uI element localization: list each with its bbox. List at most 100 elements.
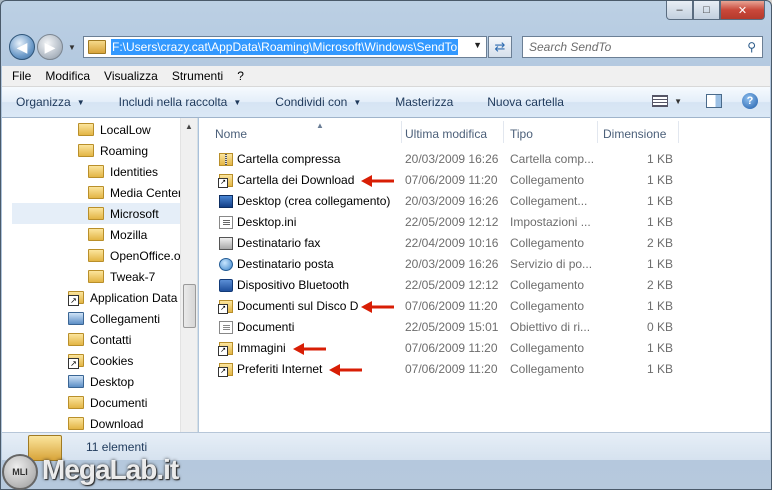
file-type: Collegamento	[510, 341, 585, 355]
minimize-button[interactable]: –	[666, 1, 693, 20]
search-icon[interactable]: ⚲	[747, 40, 756, 54]
menu-strumenti[interactable]: Strumenti	[172, 69, 223, 83]
mail-icon	[219, 258, 233, 271]
column-divider[interactable]	[597, 121, 598, 143]
nav-item-tweak7[interactable]: Tweak-7	[88, 266, 155, 287]
file-type: Collegamento	[510, 173, 585, 187]
file-date: 22/05/2009 12:12	[405, 215, 499, 229]
menu-visualizza[interactable]: Visualizza	[104, 69, 158, 83]
nav-item-openoffice[interactable]: OpenOffice.o	[88, 245, 181, 266]
status-bar: 11 elementi	[2, 432, 770, 461]
scrollbar-thumb[interactable]	[183, 284, 196, 328]
file-size: 0 KB	[646, 320, 673, 334]
nuova-cartella-button[interactable]: Nuova cartella	[487, 95, 564, 109]
menu-help[interactable]: ?	[237, 69, 244, 83]
folder-icon	[78, 123, 94, 136]
file-name: Desktop (crea collegamento)	[237, 194, 391, 208]
links-folder-icon	[68, 312, 84, 325]
nav-item-label: Desktop	[90, 374, 135, 389]
file-date: 20/03/2009 16:26	[405, 194, 499, 208]
nav-item-label: Tweak-7	[110, 269, 156, 284]
nav-item-collegamenti[interactable]: Collegamenti	[68, 308, 160, 329]
nav-item-cookies[interactable]: Cookies	[68, 350, 133, 371]
folder-icon	[88, 40, 106, 54]
file-date: 20/03/2009 16:26	[405, 152, 499, 166]
command-bar-right: ▼ ?	[652, 93, 758, 109]
menu-file[interactable]: File	[12, 69, 31, 83]
help-icon[interactable]: ?	[742, 93, 758, 109]
column-divider[interactable]	[503, 121, 504, 143]
file-name: Destinatario fax	[237, 236, 321, 250]
nav-item-contatti[interactable]: Contatti	[68, 329, 131, 350]
nuova-cartella-label: Nuova cartella	[487, 95, 564, 109]
scroll-up-icon[interactable]: ▲	[181, 118, 197, 134]
column-header-name[interactable]: Nome ▲	[215, 121, 401, 146]
forward-button[interactable]: ▶	[37, 34, 63, 60]
table-row[interactable]: Cartella dei Download 07/06/2009 11:20 Col…	[199, 170, 770, 191]
nav-item-locallow[interactable]: LocalLow	[78, 119, 151, 140]
file-name: Immagini	[237, 341, 286, 355]
nav-item-documenti[interactable]: Documenti	[68, 392, 147, 413]
chevron-down-icon[interactable]: ▼	[674, 97, 682, 106]
folder-icon	[88, 228, 104, 241]
column-header-modified[interactable]: Ultima modifica	[405, 121, 505, 146]
ini-file-icon	[219, 216, 233, 229]
address-path[interactable]: F:\Users\crazy.cat\AppData\Roaming\Micro…	[111, 39, 459, 55]
column-divider[interactable]	[401, 121, 402, 143]
file-size: 1 KB	[646, 194, 673, 208]
preview-pane-icon[interactable]	[706, 94, 722, 108]
chevron-down-icon: ▼	[76, 97, 85, 107]
shortcut-icon	[218, 342, 233, 356]
file-type: Collegamento	[510, 362, 585, 376]
menu-modifica[interactable]: Modifica	[45, 69, 90, 83]
column-divider[interactable]	[678, 121, 679, 143]
downloads-folder-icon	[68, 417, 84, 430]
file-date: 20/03/2009 16:26	[405, 257, 499, 271]
recent-pages-dropdown[interactable]: ▼	[65, 43, 79, 52]
file-name: Dispositivo Bluetooth	[237, 278, 350, 292]
masterizza-label: Masterizza	[395, 95, 454, 109]
column-header-label: Dimensione	[603, 126, 667, 141]
back-button[interactable]: ◀	[9, 34, 35, 60]
table-row[interactable]: Destinatario fax 22/04/2009 10:16 Collegam…	[199, 233, 770, 254]
file-type: Collegamento	[510, 278, 585, 292]
nav-item-application-data[interactable]: Application Data	[68, 287, 177, 308]
table-row[interactable]: Desktop.ini 22/05/2009 12:12 Impostazioni …	[199, 212, 770, 233]
nav-item-media-center[interactable]: Media Center	[88, 182, 182, 203]
nav-item-microsoft[interactable]: Microsoft	[12, 203, 182, 224]
search-input[interactable]: Search SendTo ⚲	[522, 36, 763, 58]
table-row[interactable]: Documenti sul Disco D 07/06/2009 11:20 Col…	[199, 296, 770, 317]
nav-item-desktop[interactable]: Desktop	[68, 371, 134, 392]
column-header-type[interactable]: Tipo	[510, 121, 598, 146]
nav-item-identities[interactable]: Identities	[88, 161, 158, 182]
column-header-size[interactable]: Dimensione	[603, 121, 679, 146]
address-bar[interactable]: F:\Users\crazy.cat\AppData\Roaming\Micro…	[83, 36, 487, 58]
table-row[interactable]: Dispositivo Bluetooth 22/05/2009 12:12 Col…	[199, 275, 770, 296]
item-count: 11 elementi	[86, 439, 148, 454]
table-row[interactable]: Preferiti Internet 07/06/2009 11:20 Colleg…	[199, 359, 770, 380]
table-row[interactable]: Destinatario posta 20/03/2009 16:26 Serviz…	[199, 254, 770, 275]
maximize-button[interactable]: □	[693, 1, 720, 20]
nav-item-mozilla[interactable]: Mozilla	[88, 224, 147, 245]
file-name: Desktop.ini	[237, 215, 297, 229]
view-options-icon[interactable]	[652, 95, 669, 107]
refresh-button[interactable]: ⇄	[488, 36, 512, 58]
nav-item-roaming[interactable]: Roaming	[78, 140, 148, 161]
chevron-down-icon[interactable]: ▼	[473, 40, 482, 50]
includi-button[interactable]: Includi nella raccolta ▼	[119, 95, 242, 109]
table-row[interactable]: Documenti 22/05/2009 15:01 Obiettivo di ri…	[199, 317, 770, 338]
condividi-button[interactable]: Condividi con ▼	[275, 95, 361, 109]
file-name: Documenti	[237, 320, 295, 334]
organizza-button[interactable]: Organizza ▼	[16, 95, 85, 109]
nav-item-label: Roaming	[100, 143, 149, 158]
table-row[interactable]: Cartella compressa 20/03/2009 16:26 Cartel…	[199, 149, 770, 170]
close-button[interactable]: ✕	[720, 1, 765, 20]
nav-scrollbar[interactable]: ▲	[180, 118, 197, 432]
table-row[interactable]: Desktop (crea collegamento) 20/03/2009 16…	[199, 191, 770, 212]
nav-item-download[interactable]: Download	[68, 413, 143, 432]
nav-item-label: Media Center	[110, 185, 183, 200]
file-size: 1 KB	[646, 341, 673, 355]
nav-item-label: Application Data	[90, 290, 178, 305]
table-row[interactable]: Immagini 07/06/2009 11:20 Collegamento 1 KB	[199, 338, 770, 359]
masterizza-button[interactable]: Masterizza	[395, 95, 453, 109]
